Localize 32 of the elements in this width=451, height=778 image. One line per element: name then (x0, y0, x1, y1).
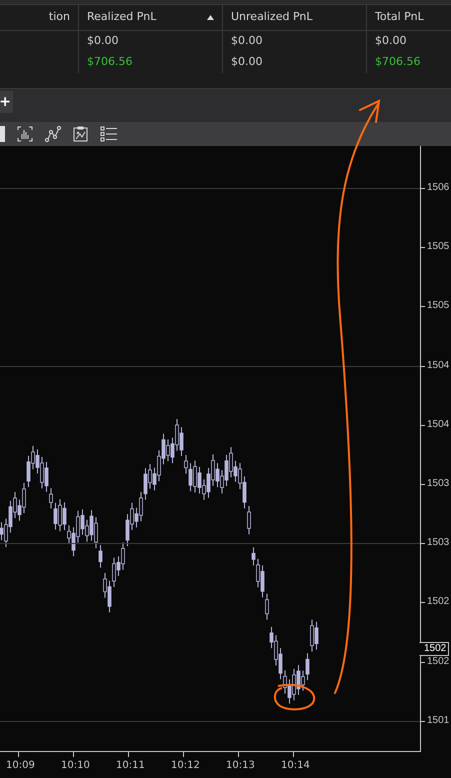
table-cell-text: $0.00 (231, 33, 262, 50)
column-header[interactable]: Realized PnL (78, 5, 222, 30)
price-label: 1504 (427, 420, 450, 430)
table-cell-text: $0.00 (375, 33, 406, 50)
price-label: 1502 (427, 656, 450, 667)
sort-ascending-icon (207, 15, 214, 20)
time-label: 10:11 (116, 761, 145, 771)
time-label: 10:13 (226, 761, 255, 771)
bar-chart-icon[interactable] (17, 126, 33, 142)
time-label: 10:10 (61, 761, 90, 771)
time-label: 10:09 (6, 761, 35, 771)
price-label: 1506 (427, 183, 450, 193)
table-cell-text: $706.56 (87, 54, 132, 70)
price-label: 1505 (427, 301, 450, 312)
column-header[interactable]: Unrealized PnL (222, 5, 366, 30)
time-label: 10:14 (281, 761, 310, 771)
column-header[interactable]: Total PnL (366, 5, 451, 30)
price-label: 1503 (427, 538, 450, 548)
price-label: 1503 (427, 479, 450, 489)
price-label: 1501 (427, 716, 450, 726)
price-label: 1504 (427, 360, 450, 371)
price-label: 1505 (427, 242, 450, 252)
line-nodes-icon[interactable] (45, 126, 61, 142)
table-cell-text: $0.00 (87, 33, 118, 50)
table-cell-text: $706.56 (375, 54, 420, 70)
list-icon[interactable] (100, 126, 117, 142)
add-tab-button[interactable]: + (0, 91, 13, 113)
time-label: 10:12 (171, 761, 200, 771)
chart-document-icon[interactable] (73, 126, 88, 142)
table-cell-text: $0.00 (231, 54, 262, 70)
column-header[interactable]: tion (0, 5, 78, 30)
price-label: 1502 (427, 597, 450, 608)
